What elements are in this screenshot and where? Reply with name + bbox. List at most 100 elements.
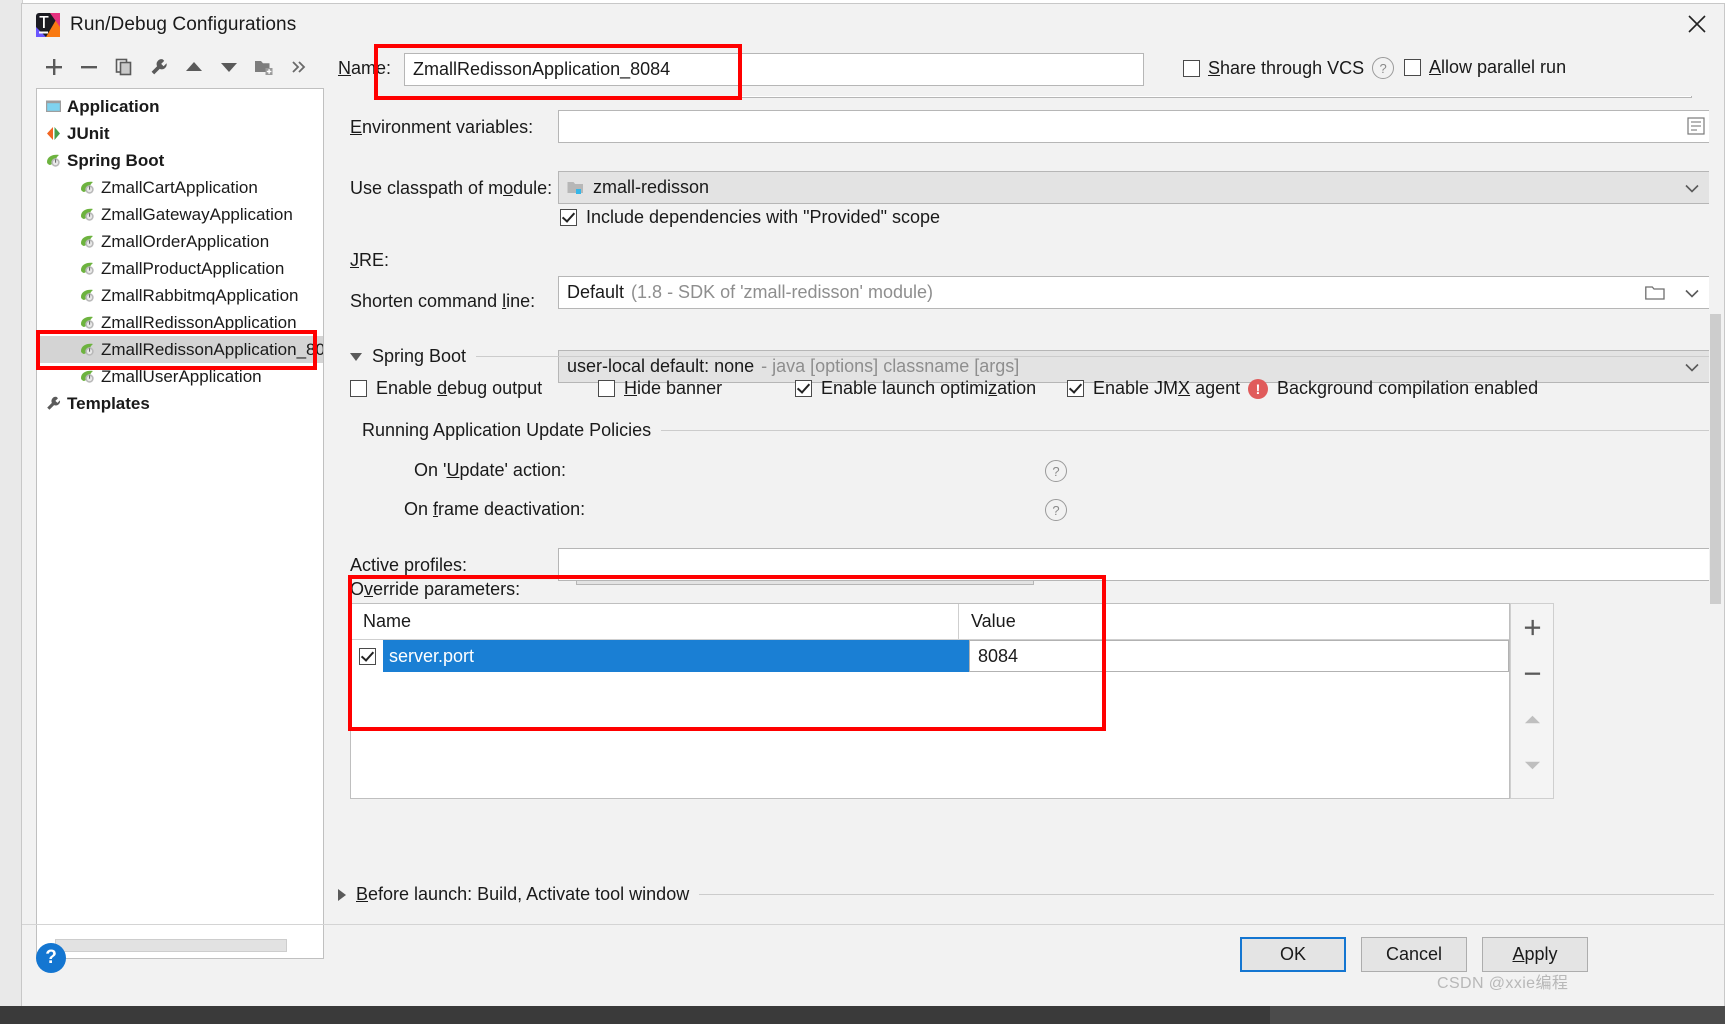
move-parameter-up-button[interactable] [1510,696,1554,742]
include-provided-scope-checkbox[interactable]: Include dependencies with "Provided" sco… [560,207,940,228]
enable-debug-output-label: Enable debug output [376,378,543,398]
dialog-scrollbar-thumb[interactable] [1710,314,1721,604]
hide-banner-box[interactable] [598,380,615,397]
list-edit-icon[interactable] [1687,117,1705,140]
section-divider [661,430,1710,431]
program-arguments-field-partial [558,96,1692,98]
triangle-down-icon[interactable] [350,352,362,361]
active-profiles-label: Active profiles: [350,555,468,575]
chevron-double-right-icon[interactable] [281,52,316,82]
on-update-action-label: On 'Update' action: [414,460,566,480]
tree-item-label: ZmallUserApplication [101,366,262,386]
triangle-down-icon[interactable] [211,52,246,82]
active-profiles-input[interactable] [558,548,1710,581]
tree-item-zmallrabbitmqapplication[interactable]: ZmallRabbitmqApplication [37,282,323,309]
update-policies-title: Running Application Update Policies [362,420,652,440]
spring-boot-icon [45,152,67,169]
tree-item-zmallorderapplication[interactable]: ZmallOrderApplication [37,228,323,255]
tree-horizontal-scrollbar[interactable] [55,939,287,952]
hide-banner-checkbox[interactable]: Hide banner [598,378,722,399]
column-header-value: Value [971,611,1016,631]
apply-button[interactable]: Apply [1482,937,1588,972]
enable-launch-optimization-label: Enable launch optimization [821,378,1037,398]
tree-item-label: ZmallOrderApplication [101,231,270,251]
tree-item-templates[interactable]: Templates [37,390,323,417]
allow-parallel-run-box[interactable] [1404,59,1421,76]
enable-jmx-agent-checkbox[interactable]: Enable JMX agent [1067,378,1240,399]
tree-item-junit[interactable]: JUnit [37,120,323,147]
enable-launch-optimization-box[interactable] [795,380,812,397]
add-parameter-button[interactable] [1510,604,1554,650]
jre-label: JRE: [350,250,390,270]
tree-item-label: ZmallGatewayApplication [101,204,293,224]
spring-boot-section-title: Spring Boot [372,346,467,366]
application-icon [45,98,67,115]
tree-item-zmallredissonapplication-8084[interactable]: ZmallRedissonApplication_8084 [37,336,323,363]
name-input[interactable] [404,53,1144,86]
tree-item-label: JUnit [67,123,110,143]
override-parameters-label: Override parameters: [350,579,521,599]
add-configuration-button[interactable] [36,52,71,82]
ok-button[interactable]: OK [1240,937,1346,972]
tree-item-zmallcartapplication[interactable]: ZmallCartApplication [37,174,323,201]
question-mark-icon[interactable]: ? [1372,57,1395,79]
column-header-name: Name [351,604,959,639]
cancel-button[interactable]: Cancel [1361,937,1467,972]
row-parameter-name[interactable]: server.port [383,640,969,672]
classpath-module-select[interactable]: zmall-redisson [558,171,1710,204]
spring-boot-icon [79,368,101,385]
name-label: Name: [338,58,392,78]
enable-debug-output-box[interactable] [350,380,367,397]
before-launch-section[interactable]: Before launch: Build, Activate tool wind… [338,884,1714,905]
jre-select[interactable]: Default (1.8 - SDK of 'zmall-redisson' m… [558,276,1710,309]
window-left-edge-strip [0,0,23,1024]
chevron-down-icon[interactable] [1684,282,1700,303]
enable-launch-optimization-checkbox[interactable]: Enable launch optimization [795,378,1036,399]
row-enabled-checkbox[interactable] [351,640,383,672]
question-mark-icon[interactable]: ? [36,943,66,973]
question-mark-icon[interactable]: ? [1045,460,1067,482]
tree-item-zmalluserapplication[interactable]: ZmallUserApplication [37,363,323,390]
configurations-toolbar [36,50,324,84]
folder-add-icon[interactable] [246,52,281,82]
remove-configuration-button[interactable] [71,52,106,82]
row-enabled-box[interactable] [358,647,376,665]
override-parameters-table[interactable]: Name Value server.port 8084 [350,603,1510,799]
tree-item-label: Spring Boot [67,150,165,170]
include-provided-scope-box[interactable] [560,209,577,226]
classpath-module-label: Use classpath of module: [350,178,553,198]
triangle-right-icon[interactable] [338,888,346,901]
share-through-vcs-box[interactable] [1183,59,1200,77]
question-mark-icon[interactable]: ? [1045,499,1067,521]
chevron-down-icon[interactable] [1684,177,1700,198]
tree-item-application[interactable]: Application [37,93,323,120]
enable-debug-output-checkbox[interactable]: Enable debug output [350,378,542,399]
environment-variables-label: Environment variables: [350,117,534,137]
tree-item-zmallgatewayapplication[interactable]: ZmallGatewayApplication [37,201,323,228]
share-through-vcs-label: Share through VCS [1208,57,1365,78]
environment-variables-input[interactable] [558,110,1710,143]
triangle-up-icon[interactable] [176,52,211,82]
remove-parameter-button[interactable] [1510,650,1554,696]
spring-boot-icon [79,206,101,223]
wrench-icon[interactable] [141,52,176,82]
wrench-icon [45,395,67,412]
folder-icon[interactable] [1645,285,1665,301]
table-row[interactable]: server.port 8084 [351,640,1509,672]
tree-item-zmallproductapplication[interactable]: ZmallProductApplication [37,255,323,282]
tree-item-label: ZmallRabbitmqApplication [101,285,299,305]
move-parameter-down-button[interactable] [1510,742,1554,788]
enable-jmx-agent-box[interactable] [1067,380,1084,397]
allow-parallel-run-checkbox[interactable]: Allow parallel run [1404,57,1566,78]
spring-boot-section-header[interactable]: Spring Boot [350,346,1710,367]
before-launch-label: Before launch: Build, Activate tool wind… [356,884,690,904]
copy-configuration-button[interactable] [106,52,141,82]
spring-boot-icon [79,341,101,358]
configurations-tree[interactable]: Application JUnit Spring Boot ZmallCartA… [36,88,324,959]
tree-item-spring-boot[interactable]: Spring Boot [37,147,323,174]
close-icon[interactable] [1670,4,1724,44]
update-policies-section-header: Running Application Update Policies [362,420,1710,441]
tree-item-zmallredissonapplication[interactable]: ZmallRedissonApplication [37,309,323,336]
row-parameter-value[interactable]: 8084 [969,640,1509,672]
share-through-vcs-checkbox[interactable]: Share through VCS ? [1183,57,1395,79]
